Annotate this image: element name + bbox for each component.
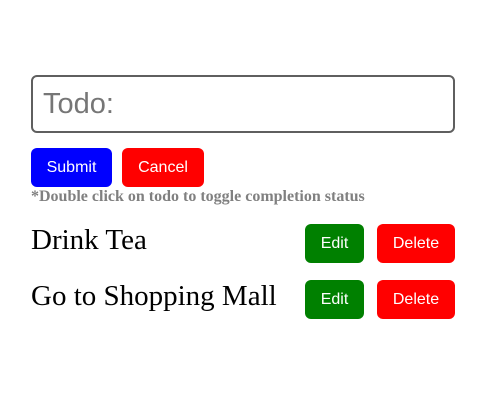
- delete-button[interactable]: Delete: [377, 224, 455, 263]
- edit-button[interactable]: Edit: [305, 280, 364, 319]
- edit-button[interactable]: Edit: [305, 224, 364, 263]
- cancel-button[interactable]: Cancel: [122, 148, 204, 187]
- toggle-hint: *Double click on todo to toggle completi…: [31, 188, 365, 205]
- todo-input[interactable]: [31, 75, 455, 133]
- todo-text[interactable]: Drink Tea: [31, 224, 147, 257]
- todo-text[interactable]: Go to Shopping Mall: [31, 280, 277, 313]
- delete-button[interactable]: Delete: [377, 280, 455, 319]
- submit-button[interactable]: Submit: [31, 148, 112, 187]
